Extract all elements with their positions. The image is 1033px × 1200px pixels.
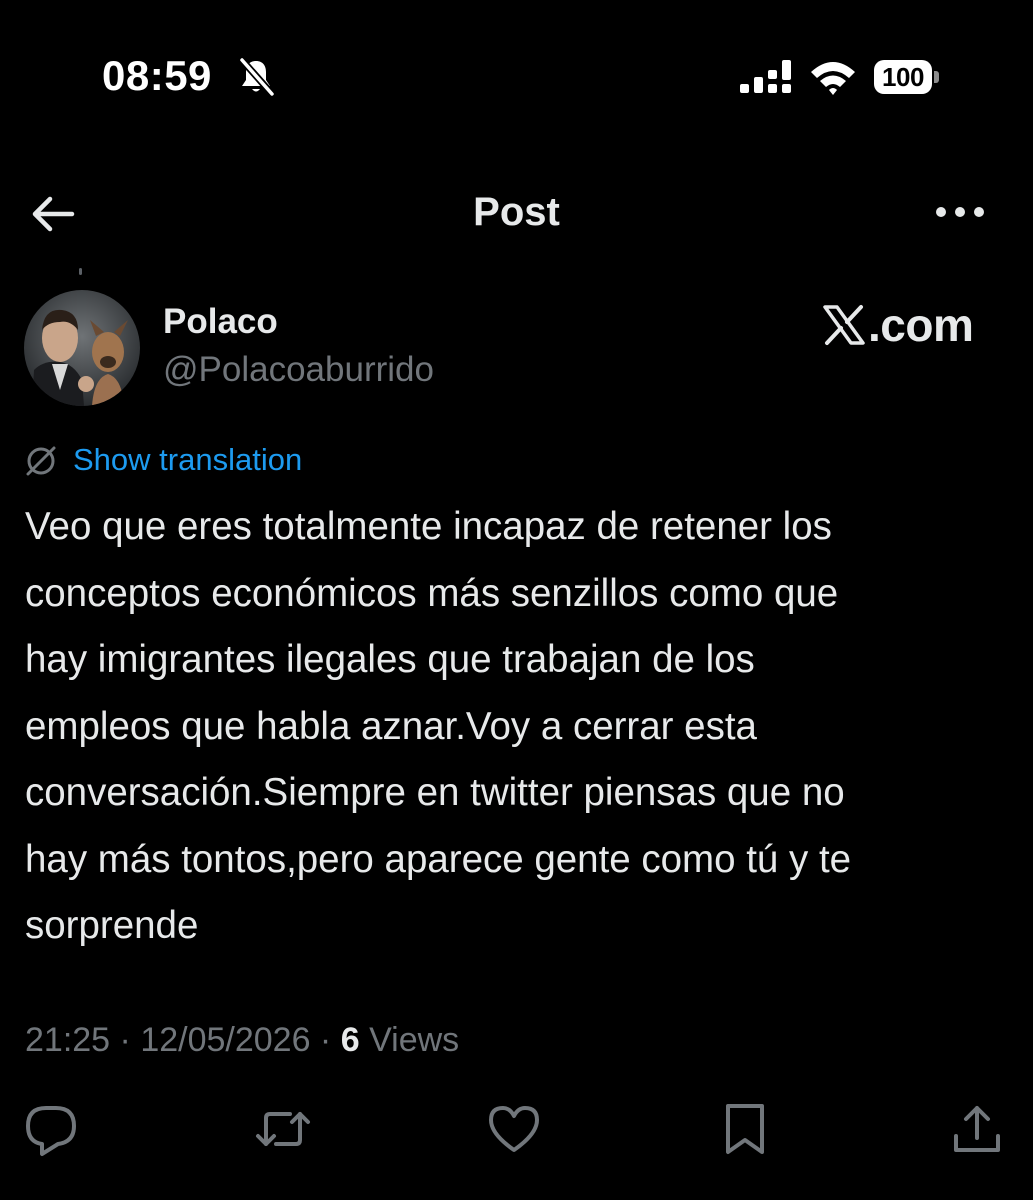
signal-icon: [738, 58, 796, 96]
comment-icon[interactable]: [22, 1100, 80, 1158]
views-count[interactable]: 6: [341, 1021, 360, 1059]
battery-tip: [934, 71, 939, 83]
watermark-text: .com: [868, 299, 974, 351]
battery-level: 100: [874, 60, 932, 94]
battery-icon: 100: [874, 60, 940, 94]
x-logo-icon: [823, 305, 865, 345]
repost-icon[interactable]: [254, 1100, 312, 1158]
page-title: Post: [473, 190, 560, 234]
meta-separator: ·: [310, 1021, 341, 1059]
more-horizontal-icon[interactable]: [934, 200, 986, 224]
avatar[interactable]: [24, 290, 140, 406]
meta-separator: ·: [110, 1021, 141, 1059]
status-time: 08:59: [102, 52, 212, 99]
x-com-watermark: .com: [822, 299, 974, 351]
post-time: 21:25: [25, 1021, 111, 1059]
globe-slash-icon[interactable]: [24, 444, 58, 478]
wifi-icon: [808, 58, 858, 98]
show-translation-link[interactable]: Show translation: [73, 442, 302, 478]
thread-connector: [79, 268, 82, 275]
bell-slash-icon: [236, 56, 276, 98]
post-meta: 21:25 · 12/05/2026 · 6 Views: [25, 1021, 459, 1060]
views-label[interactable]: Views: [369, 1021, 459, 1059]
post-date: 12/05/2026: [140, 1021, 311, 1059]
share-icon[interactable]: [948, 1100, 1006, 1158]
display-name[interactable]: Polaco: [163, 302, 278, 342]
bookmark-icon[interactable]: [716, 1100, 774, 1158]
post-text: Veo que eres totalmente incapaz de reten…: [25, 505, 852, 947]
handle[interactable]: @Polacoaburrido: [163, 350, 434, 390]
heart-icon[interactable]: [485, 1100, 543, 1158]
